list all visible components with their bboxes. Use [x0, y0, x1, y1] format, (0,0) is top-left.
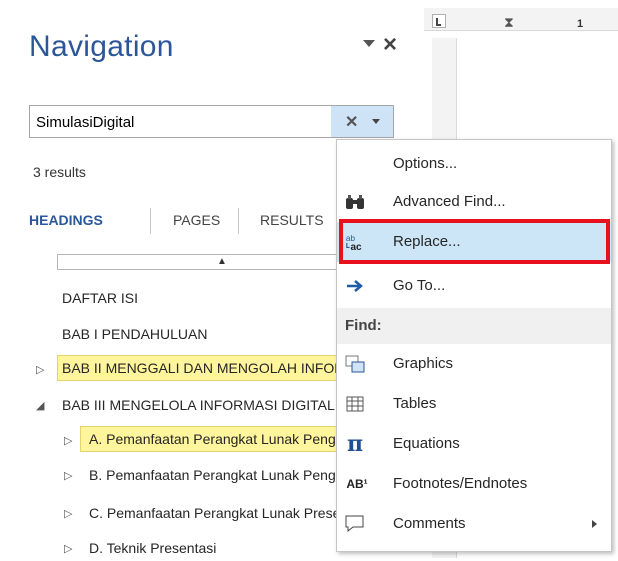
find-section-header: Find: — [337, 308, 611, 344]
collapse-icon[interactable]: ▲ — [217, 256, 227, 267]
menu-item-comments[interactable]: Comments — [337, 504, 611, 544]
pane-options-arrow-icon[interactable] — [363, 40, 375, 47]
pane-close-icon[interactable]: × — [383, 30, 397, 60]
menu-item-label: Equations — [393, 435, 460, 452]
heading-item[interactable]: D. Teknik Presentasi — [80, 535, 347, 561]
pi-icon: π — [346, 431, 364, 457]
heading-item[interactable]: C. Pemanfaatan Perangkat Lunak Presentas… — [80, 500, 347, 526]
graphics-icon — [345, 354, 365, 374]
replace-icon: ab ac — [345, 232, 365, 252]
menu-item-label: Replace... — [393, 233, 461, 250]
heading-item[interactable]: BAB I PENDAHULUAN — [57, 321, 347, 347]
heading-item[interactable]: B. Pemanfaatan Perangkat Lunak Pengolah … — [80, 462, 347, 488]
tab-headings[interactable]: HEADINGS — [29, 212, 103, 228]
menu-item-footnotes[interactable]: AB¹ Footnotes/Endnotes — [337, 464, 611, 504]
heading-item-highlighted[interactable]: A. Pemanfaatan Perangkat Lunak Pengolah … — [80, 426, 347, 452]
indent-marker-icon[interactable]: ⧗ — [504, 14, 514, 31]
menu-item-label: Tables — [393, 395, 437, 412]
tab-selector-icon[interactable] — [432, 14, 446, 28]
tab-divider — [150, 208, 151, 234]
heading-item[interactable]: BAB III MENGELOLA INFORMASI DIGITAL — [57, 392, 347, 418]
expand-triangle-icon[interactable]: ▷ — [36, 363, 44, 376]
menu-item-advanced-find[interactable]: Advanced Find... — [337, 182, 611, 222]
find-header-label: Find: — [345, 317, 382, 334]
menu-item-graphics[interactable]: Graphics — [337, 344, 611, 384]
menu-item-go-to[interactable]: Go To... — [337, 266, 611, 306]
menu-item-label: Footnotes/Endnotes — [393, 475, 528, 492]
menu-item-options[interactable]: Options... — [337, 144, 611, 184]
heading-label: BAB III MENGELOLA INFORMASI DIGITAL — [62, 397, 335, 413]
expand-triangle-icon[interactable]: ▷ — [64, 469, 72, 482]
heading-label: BAB II MENGGALI DAN MENGOLAH INFORMASI — [62, 360, 347, 376]
horizontal-ruler[interactable]: ⧗ 1 — [424, 8, 618, 31]
table-icon — [345, 394, 365, 414]
footnote-icon: AB¹ — [346, 477, 368, 491]
tab-pages[interactable]: PAGES — [173, 212, 220, 228]
tab-divider — [238, 208, 239, 234]
search-options-menu: Options... Advanced Find... ab ac Replace… — [336, 139, 612, 552]
menu-item-equations[interactable]: π Equations — [337, 424, 611, 464]
menu-item-tables[interactable]: Tables — [337, 384, 611, 424]
heading-label: B. Pemanfaatan Perangkat Lunak Pengolah … — [89, 467, 347, 483]
expand-triangle-icon[interactable]: ▷ — [64, 434, 72, 447]
heading-item[interactable]: DAFTAR ISI — [57, 285, 347, 311]
binoculars-icon — [345, 192, 365, 212]
menu-item-label: Comments — [393, 515, 466, 532]
submenu-arrow-icon — [592, 520, 597, 528]
search-value: SimulasiDigital — [36, 114, 135, 131]
menu-item-label: Go To... — [393, 277, 446, 294]
arrow-right-icon — [345, 276, 365, 296]
menu-item-label: Options... — [393, 155, 458, 172]
tab-results[interactable]: RESULTS — [260, 212, 324, 228]
expand-triangle-icon[interactable]: ▷ — [64, 507, 72, 520]
search-input[interactable]: SimulasiDigital ✕ — [29, 105, 394, 138]
heading-label: BAB I PENDAHULUAN — [62, 326, 208, 342]
menu-item-label: Graphics — [393, 355, 454, 372]
menu-item-label: Advanced Find... — [393, 193, 506, 210]
chevron-down-icon[interactable] — [372, 119, 381, 124]
heading-label: D. Teknik Presentasi — [89, 540, 217, 556]
menu-item-replace[interactable]: ab ac Replace... — [337, 222, 611, 262]
search-options-button[interactable]: ✕ — [331, 106, 393, 137]
ruler-number: 1 — [577, 18, 584, 30]
heading-label: A. Pemanfaatan Perangkat Lunak Pengolah … — [89, 431, 346, 447]
heading-label: DAFTAR ISI — [62, 290, 138, 306]
pane-title: Navigation — [29, 30, 174, 63]
clear-search-icon[interactable]: ✕ — [345, 112, 358, 132]
results-count: 3 results — [33, 164, 86, 180]
heading-item-highlighted[interactable]: BAB II MENGGALI DAN MENGOLAH INFORMASI — [57, 355, 347, 381]
svg-text:ac: ac — [350, 242, 362, 252]
collapse-triangle-icon[interactable]: ◢ — [36, 399, 44, 412]
comment-icon — [345, 514, 365, 534]
heading-label: C. Pemanfaatan Perangkat Lunak Presentas… — [89, 505, 347, 521]
expand-triangle-icon[interactable]: ▷ — [64, 542, 72, 555]
